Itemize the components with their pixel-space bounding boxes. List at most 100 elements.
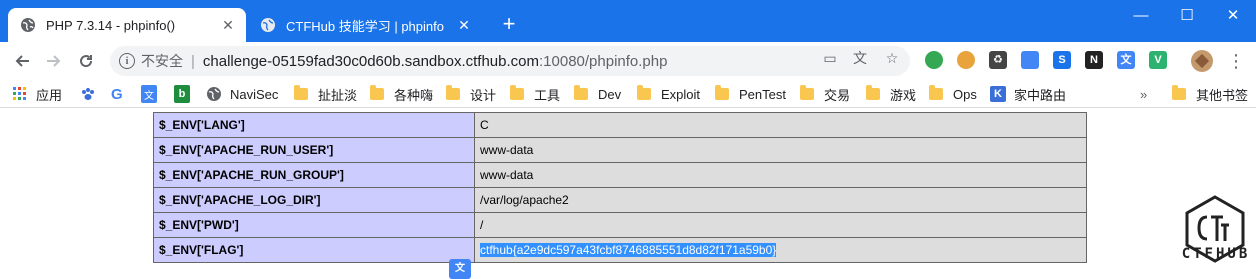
- bookmark-label: Exploit: [661, 86, 701, 102]
- globe-icon: [21, 18, 35, 32]
- forward-arrow-icon: [47, 55, 61, 67]
- minimize-button[interactable]: —: [1118, 0, 1164, 30]
- env-key: $_ENV['APACHE_LOG_DIR']: [153, 187, 475, 213]
- menu-button[interactable]: ⋮: [1222, 47, 1250, 75]
- bookmark-folder[interactable]: PenTest: [715, 85, 786, 103]
- cast-icon[interactable]: ▭: [822, 50, 838, 66]
- table-row: $_ENV['APACHE_LOG_DIR']/var/log/apache2: [153, 187, 1087, 213]
- close-icon[interactable]: ✕: [220, 17, 236, 33]
- folder-icon: [1172, 85, 1186, 100]
- tab-ctfhub[interactable]: CTFHub 技能学习 | phpinfo ✕: [246, 8, 482, 42]
- bookmark-label: Ops: [953, 86, 977, 102]
- env-value: www-data: [474, 137, 1087, 163]
- apps-grid-icon: [13, 87, 26, 100]
- back-button[interactable]: [8, 47, 36, 75]
- bookmark-folder[interactable]: Dev: [574, 85, 621, 103]
- translate-popup-icon[interactable]: 文: [449, 259, 471, 279]
- ext-notion-icon[interactable]: N: [1085, 51, 1103, 69]
- globe-icon: [261, 18, 275, 32]
- bookmark-folder[interactable]: 游戏: [866, 85, 916, 103]
- table-row: $_ENV['FLAG'] ctfhub{a2e9dc597a43fcbf8746…: [153, 237, 1087, 263]
- address-bar[interactable]: i 不安全 | challenge-05159fad30c0d60b.sandb…: [110, 46, 910, 76]
- bookmark-label: NaviSec: [230, 86, 279, 102]
- table-row: $_ENV['PWD'] /: [153, 212, 1087, 238]
- folder-icon: [637, 85, 651, 100]
- security-status[interactable]: 不安全: [141, 51, 183, 71]
- url-host[interactable]: challenge-05159fad30c0d60b.sandbox.ctfhu…: [203, 53, 539, 70]
- more-vert-icon: ⋮: [1227, 51, 1245, 71]
- globe-icon: [207, 87, 221, 101]
- bookmark-label: 其他书签: [1196, 87, 1249, 103]
- title-bar: PHP 7.3.14 - phpinfo() ✕ CTFHub 技能学习 | p…: [0, 0, 1256, 42]
- ext-cookie-icon[interactable]: [957, 51, 975, 69]
- ext-shield-icon[interactable]: [1021, 51, 1039, 69]
- bookmark-star-icon[interactable]: ☆: [884, 50, 900, 66]
- url-path[interactable]: :10080/phpinfo.php: [539, 53, 667, 70]
- ext-green-circle-icon[interactable]: [925, 51, 943, 69]
- back-arrow-icon: [15, 55, 29, 67]
- paw-icon[interactable]: [80, 85, 96, 103]
- bookmarks-overflow-button[interactable]: »: [1140, 85, 1147, 103]
- table-row: $_ENV['APACHE_RUN_GROUP'] www-data: [153, 162, 1087, 188]
- ctfhub-wordmark: CTFHUB: [1181, 246, 1251, 262]
- folder-icon: [510, 85, 524, 100]
- reload-button[interactable]: [72, 47, 100, 75]
- env-value: /var/log/apache2: [474, 187, 1087, 213]
- env-value: www-data: [474, 162, 1087, 188]
- omnibox-separator: |: [191, 52, 195, 70]
- bookmark-folder[interactable]: 交易: [800, 85, 850, 103]
- ext-recycle-icon[interactable]: ♻: [989, 51, 1007, 69]
- tab-title: PHP 7.3.14 - phpinfo(): [46, 17, 176, 33]
- bookmark-apps[interactable]: 应用: [12, 85, 62, 103]
- bookmark-label: 设计: [470, 87, 497, 103]
- avatar-icon: [1191, 50, 1213, 72]
- bookmark-label: PenTest: [739, 86, 786, 102]
- bookmark-other[interactable]: 其他书签: [1172, 85, 1248, 103]
- ext-vue-icon[interactable]: V: [1149, 51, 1167, 69]
- info-icon[interactable]: i: [119, 53, 135, 69]
- tab-phpinfo[interactable]: PHP 7.3.14 - phpinfo() ✕: [8, 8, 246, 42]
- router-icon: K: [990, 86, 1006, 102]
- close-window-button[interactable]: ✕: [1210, 0, 1256, 30]
- bookmark-folder[interactable]: K 家中路由: [990, 85, 1066, 103]
- env-key: $_ENV['PWD']: [153, 212, 475, 238]
- bookmark-folder[interactable]: 各种嗨: [370, 85, 433, 103]
- env-value: ctfhub{a2e9dc597a43fcbf8746885551d8d82f1…: [474, 237, 1087, 263]
- bookmark-label: 游戏: [890, 87, 917, 103]
- folder-icon: [800, 85, 814, 100]
- folder-icon: [574, 85, 588, 100]
- bookmark-folder[interactable]: 设计: [446, 85, 496, 103]
- bookmarks-bar: 应用 G 文 b NaviSec 扯扯淡 各种嗨 设计 工具 Dev Exploit Pen…: [0, 80, 1256, 108]
- bookmark-label: 应用: [36, 87, 63, 103]
- close-icon[interactable]: ✕: [456, 17, 472, 33]
- bookmark-folder[interactable]: Ops: [929, 85, 977, 103]
- reload-icon: [80, 55, 93, 68]
- google-icon[interactable]: G: [111, 85, 123, 103]
- env-key: $_ENV['FLAG']: [153, 237, 475, 263]
- env-key: $_ENV['LANG']: [153, 112, 475, 138]
- bookmark-folder[interactable]: Exploit: [637, 85, 700, 103]
- folder-icon: [294, 85, 308, 100]
- page-content: $_ENV['LANG'] C $_ENV['APACHE_RUN_USER'] ww…: [0, 109, 1256, 279]
- page-translate-icon[interactable]: 文: [852, 50, 868, 66]
- env-key: $_ENV['APACHE_RUN_GROUP']: [153, 162, 475, 188]
- folder-icon: [715, 85, 729, 100]
- flag-selected-text[interactable]: ctfhub{a2e9dc597a43fcbf8746885551d8d82f1…: [480, 243, 777, 257]
- bookmark-navisec[interactable]: NaviSec: [206, 85, 278, 103]
- folder-icon: [370, 85, 384, 100]
- folder-icon: [866, 85, 880, 100]
- profile-avatar[interactable]: [1188, 47, 1216, 75]
- bing-icon[interactable]: b: [174, 85, 190, 103]
- folder-icon: [446, 85, 460, 100]
- forward-button[interactable]: [40, 47, 68, 75]
- env-value: /: [474, 212, 1087, 238]
- translate-icon[interactable]: 文: [141, 85, 157, 103]
- ext-s-icon[interactable]: S: [1053, 51, 1071, 69]
- bookmark-folder[interactable]: 工具: [510, 85, 560, 103]
- bookmark-folder[interactable]: 扯扯淡: [294, 85, 357, 103]
- bookmark-label: 工具: [534, 87, 561, 103]
- maximize-button[interactable]: ☐: [1164, 0, 1210, 30]
- bookmark-label: 交易: [824, 87, 851, 103]
- ext-translate-icon[interactable]: 文: [1117, 51, 1135, 69]
- new-tab-button[interactable]: +: [496, 12, 522, 38]
